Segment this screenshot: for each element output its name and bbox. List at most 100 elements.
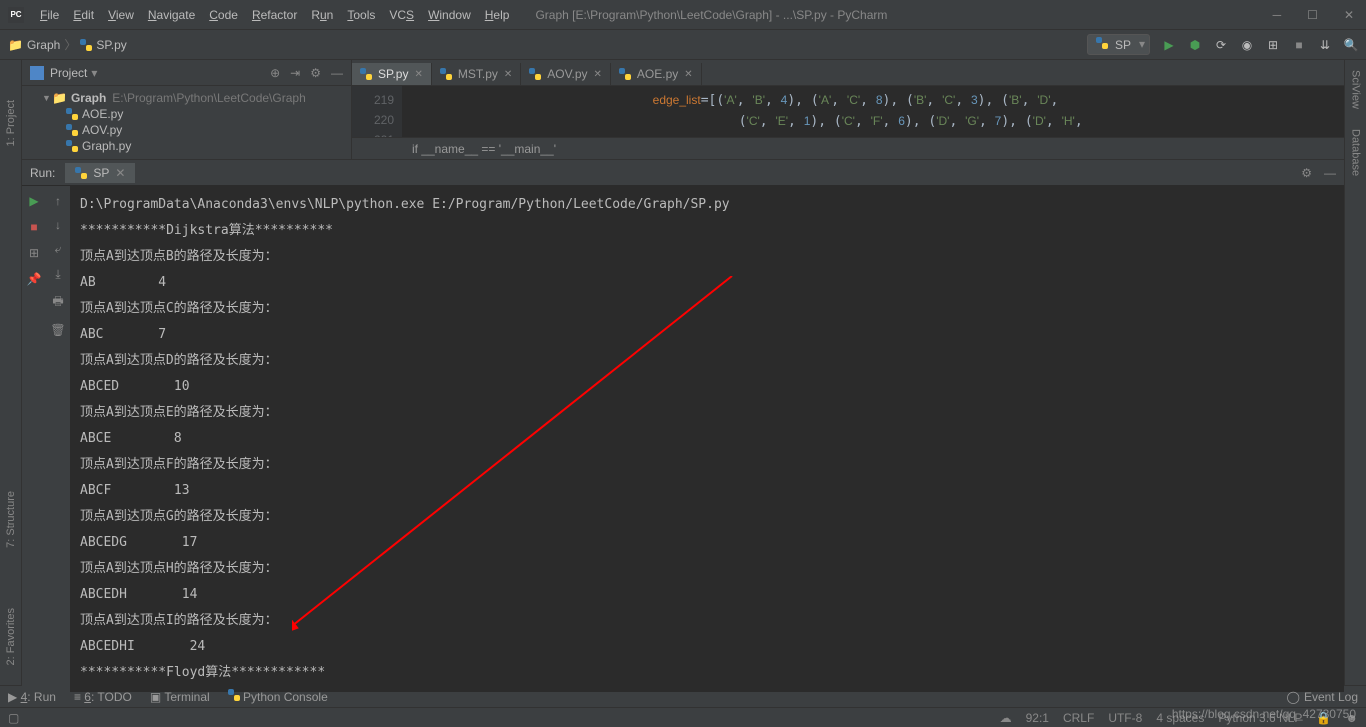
status-indicator-icon[interactable]: ☁ <box>1000 711 1012 725</box>
tree-file[interactable]: AOV.py <box>22 122 351 138</box>
close-icon[interactable]: ✕ <box>684 69 692 80</box>
project-tool-window: Project ▾ ⊕ ⇥ ⚙ — ▼ 📁 Graph E:\Program\P… <box>22 60 352 159</box>
menu-code[interactable]: Code <box>203 4 244 26</box>
menu-run[interactable]: Run <box>305 4 339 26</box>
titlebar: PC File Edit View Navigate Code Refactor… <box>0 0 1366 30</box>
menu-vcs[interactable]: VCS <box>383 4 420 26</box>
menu-refactor[interactable]: Refactor <box>246 4 303 26</box>
soft-wrap-icon[interactable]: ⤶ <box>55 242 62 257</box>
main-menu: File Edit View Navigate Code Refactor Ru… <box>34 4 515 26</box>
tab-label: SP.py <box>378 67 408 81</box>
tab-label: AOV.py <box>547 67 587 81</box>
menu-navigate[interactable]: Navigate <box>142 4 201 26</box>
line-gutter: 219220221 <box>352 86 402 137</box>
editor: SP.py ✕ MST.py ✕ AOV.py ✕ AOE.py✕ 219220221… <box>352 60 1344 159</box>
chevron-down-icon[interactable]: ▾ <box>91 66 97 80</box>
python-icon <box>80 39 92 51</box>
editor-tabs: SP.py ✕ MST.py ✕ AOV.py ✕ AOE.py✕ <box>352 60 1344 86</box>
concurrency-button[interactable]: ⊞ <box>1266 38 1280 52</box>
down-icon[interactable]: ↓ <box>55 218 61 232</box>
tree-root[interactable]: ▼ 📁 Graph E:\Program\Python\LeetCode\Gra… <box>22 90 351 106</box>
run-label: Run: <box>30 166 55 180</box>
debug-button[interactable]: ⬢ <box>1188 38 1202 52</box>
print-icon[interactable]: 🖶 <box>52 292 63 313</box>
left-tab-favorites[interactable]: 2: Favorites <box>5 608 17 665</box>
close-icon[interactable]: ✕ <box>594 69 602 80</box>
run-body: ▶ ■ ⊞ 📌 ↑ ↓ ⤶ ⤓ 🖶 🗑 D:\ProgramData\Anaco… <box>22 186 1344 692</box>
code-area[interactable]: 219220221 edge_list=[('A', 'B', 4), ('A'… <box>352 86 1344 137</box>
menu-tools[interactable]: Tools <box>341 4 381 26</box>
run-config-select[interactable]: SP <box>1087 34 1150 55</box>
run-button[interactable]: ▶ <box>1162 38 1176 52</box>
menu-window[interactable]: Window <box>422 4 477 26</box>
hide-icon[interactable]: — <box>1324 166 1336 180</box>
stop-icon[interactable]: ■ <box>30 220 37 234</box>
menu-view[interactable]: View <box>102 4 140 26</box>
coverage-button[interactable]: ⟳ <box>1214 38 1228 52</box>
layout-icon[interactable]: ⊞ <box>29 246 39 260</box>
console-output[interactable]: D:\ProgramData\Anaconda3\envs\NLP\python… <box>70 186 1344 692</box>
gear-icon[interactable]: ⚙ <box>1301 166 1312 180</box>
breadcrumb-sep: 〉 <box>64 36 76 53</box>
vcs-update-button[interactable]: ⇊ <box>1318 38 1332 52</box>
python-icon <box>228 689 240 701</box>
editor-tab[interactable]: SP.py ✕ <box>352 63 432 85</box>
status-eol[interactable]: CRLF <box>1063 711 1094 725</box>
tab-label: MST.py <box>458 67 498 81</box>
expand-icon[interactable]: ▼ <box>42 93 52 103</box>
menu-file[interactable]: File <box>34 4 65 26</box>
pin-icon[interactable]: 📌 <box>27 272 42 286</box>
tree-file[interactable]: AOE.py <box>22 106 351 122</box>
run-header: Run: SP ✕ ⚙ — <box>22 160 1344 186</box>
menu-edit[interactable]: Edit <box>67 4 100 26</box>
editor-breadcrumb[interactable]: if __name__ == '__main__' <box>352 137 1344 159</box>
scroll-from-source-icon[interactable]: ⊕ <box>270 66 280 80</box>
tree-file-name: Graph.py <box>82 139 131 153</box>
navigation-bar: 📁 Graph 〉 SP.py SP ▶ ⬢ ⟳ ◉ ⊞ ■ ⇊ 🔍 <box>0 30 1366 60</box>
rerun-icon[interactable]: ▶ <box>29 194 38 208</box>
status-bar: ▢ ☁ 92:1 CRLF UTF-8 4 spaces Python 3.6 … <box>0 707 1366 727</box>
close-icon[interactable]: ✕ <box>115 166 125 180</box>
left-tab-project[interactable]: 1: Project <box>5 100 17 146</box>
editor-tab[interactable]: MST.py ✕ <box>432 63 521 85</box>
project-label[interactable]: Project <box>50 66 87 80</box>
stop-button[interactable]: ■ <box>1292 38 1306 52</box>
close-button[interactable]: ✕ <box>1340 4 1358 26</box>
maximize-button[interactable]: ☐ <box>1303 4 1322 26</box>
breadcrumb-folder[interactable]: Graph <box>27 38 60 52</box>
window-title: Graph [E:\Program\Python\LeetCode\Graph]… <box>535 8 887 22</box>
gear-icon[interactable]: ⚙ <box>310 66 321 80</box>
collapse-all-icon[interactable]: ⇥ <box>290 66 300 80</box>
profile-button[interactable]: ◉ <box>1240 38 1254 52</box>
python-icon <box>619 68 631 80</box>
clear-icon[interactable]: 🗑 <box>50 323 65 337</box>
run-gutter-left2: ↑ ↓ ⤶ ⤓ 🖶 🗑 <box>46 186 70 692</box>
python-icon <box>529 68 541 80</box>
tree-file[interactable]: Graph.py <box>22 138 351 154</box>
minimize-button[interactable]: ─ <box>1269 4 1286 26</box>
status-encoding[interactable]: UTF-8 <box>1108 711 1142 725</box>
run-tab[interactable]: SP ✕ <box>65 163 135 183</box>
right-tab-database[interactable]: Database <box>1350 129 1362 176</box>
python-icon <box>360 68 372 80</box>
breadcrumb-file[interactable]: SP.py <box>96 38 126 52</box>
close-icon[interactable]: ✕ <box>504 69 512 80</box>
menu-help[interactable]: Help <box>479 4 516 26</box>
search-everywhere-button[interactable]: 🔍 <box>1344 38 1358 52</box>
upper-split: Project ▾ ⊕ ⇥ ⚙ — ▼ 📁 Graph E:\Program\P… <box>22 60 1344 160</box>
center-column: Project ▾ ⊕ ⇥ ⚙ — ▼ 📁 Graph E:\Program\P… <box>22 60 1344 685</box>
left-tab-structure[interactable]: 7: Structure <box>5 491 17 548</box>
toolbar-right: SP ▶ ⬢ ⟳ ◉ ⊞ ■ ⇊ 🔍 <box>1087 34 1358 55</box>
up-icon[interactable]: ↑ <box>55 194 61 208</box>
logo-icon: PC <box>8 7 24 23</box>
scroll-end-icon[interactable]: ⤓ <box>55 267 60 282</box>
editor-tab[interactable]: AOV.py ✕ <box>521 63 611 85</box>
editor-tab[interactable]: AOE.py✕ <box>611 63 702 85</box>
close-icon[interactable]: ✕ <box>414 69 422 80</box>
python-icon <box>66 124 78 136</box>
status-position[interactable]: 92:1 <box>1026 711 1049 725</box>
right-tool-strip: SciView Database <box>1344 60 1366 685</box>
right-tab-sciview[interactable]: SciView <box>1350 70 1362 109</box>
status-box-icon[interactable]: ▢ <box>8 711 19 725</box>
hide-icon[interactable]: — <box>331 66 343 80</box>
